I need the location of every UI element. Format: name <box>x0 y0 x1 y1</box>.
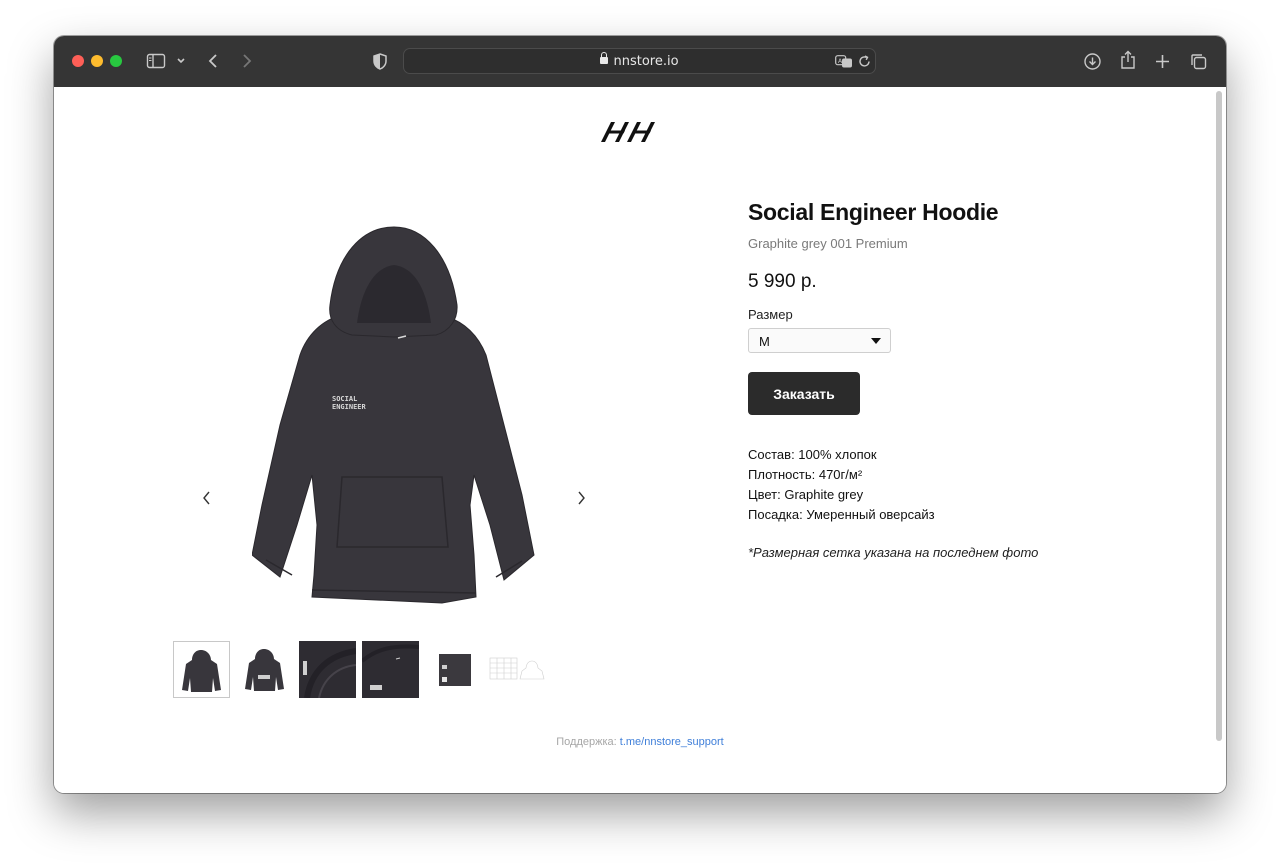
browser-toolbar: nnstore.io A <box>54 36 1226 88</box>
spec-color: Цвет: Graphite grey <box>748 487 864 502</box>
size-label: Размер <box>748 307 793 322</box>
size-select-value: M <box>759 334 770 349</box>
thumbnail-3[interactable] <box>299 641 356 698</box>
share-icon[interactable] <box>1119 49 1137 71</box>
new-tab-icon[interactable] <box>1153 51 1171 71</box>
support-label: Поддержка: <box>556 736 617 748</box>
tab-overview-icon[interactable] <box>1189 51 1207 71</box>
print-line-1: SOCIAL <box>332 395 357 403</box>
spec-composition: Состав: 100% хлопок <box>748 447 877 462</box>
privacy-shield-icon[interactable] <box>372 51 388 71</box>
print-line-2: ENGINEER <box>332 403 367 411</box>
translate-icon[interactable]: A <box>834 54 854 69</box>
downloads-icon[interactable] <box>1083 51 1101 71</box>
product-specs: Состав: 100% хлопок Плотность: 470г/м² Ц… <box>748 445 1168 525</box>
hoodie-image[interactable]: SOCIAL ENGINEER <box>252 225 536 605</box>
lock-icon <box>600 52 609 64</box>
close-window-button[interactable] <box>72 55 84 67</box>
product-price: 5 990 р. <box>748 271 817 292</box>
browser-window: nnstore.io A SOCIAL ENGINEER Social Engi… <box>54 36 1226 793</box>
thumbnail-1[interactable] <box>173 641 230 698</box>
order-button[interactable]: Заказать <box>748 372 860 415</box>
address-bar[interactable]: nnstore.io A <box>403 48 876 74</box>
size-chart-note: *Размерная сетка указана на последнем фо… <box>748 545 1039 560</box>
spec-density: Плотность: 470г/м² <box>748 467 863 482</box>
thumbnail-6[interactable] <box>488 641 545 698</box>
product-title: Social Engineer Hoodie <box>748 199 999 225</box>
site-logo[interactable] <box>599 121 667 148</box>
spec-fit: Посадка: Умеренный оверсайз <box>748 507 935 522</box>
chevron-down-icon[interactable] <box>176 54 186 68</box>
sidebar-toggle-icon[interactable] <box>146 52 166 70</box>
caret-down-icon <box>871 338 881 344</box>
size-select[interactable]: M <box>748 328 891 353</box>
support-link[interactable]: t.me/nnstore_support <box>620 736 724 748</box>
forward-icon[interactable] <box>240 51 254 71</box>
minimize-window-button[interactable] <box>91 55 103 67</box>
reload-icon[interactable] <box>857 54 871 69</box>
product-gallery: SOCIAL ENGINEER <box>194 217 594 607</box>
thumbnail-4[interactable] <box>362 641 419 698</box>
prev-image-arrow[interactable] <box>202 489 212 512</box>
footer: Поддержка: t.me/nnstore_support <box>54 736 1226 748</box>
thumbnail-5[interactable] <box>425 641 482 698</box>
page-content: SOCIAL ENGINEER Social Engineer Hoodie G… <box>54 87 1226 793</box>
product-subtitle: Graphite grey 001 Premium <box>748 236 908 251</box>
zoom-window-button[interactable] <box>110 55 122 67</box>
url-text: nnstore.io <box>613 54 679 69</box>
back-icon[interactable] <box>206 51 220 71</box>
hh-logo <box>601 122 655 142</box>
product-info: Social Engineer Hoodie Graphite grey 001… <box>748 199 1168 560</box>
thumbnail-2[interactable] <box>236 641 293 698</box>
next-image-arrow[interactable] <box>576 489 586 512</box>
thumbnail-strip <box>173 641 545 699</box>
scrollbar[interactable] <box>1216 91 1222 741</box>
